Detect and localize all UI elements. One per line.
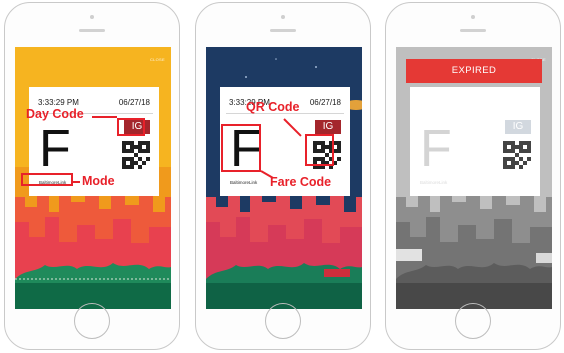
qr-code-icon: [122, 141, 150, 169]
annotation-box-mode: [21, 173, 73, 186]
annotation-line-day-code: [92, 116, 117, 118]
close-link[interactable]: CLOSE: [150, 57, 165, 62]
camera-dot: [90, 15, 94, 19]
earpiece: [270, 29, 296, 32]
ticket-date: 06/27/18: [309, 98, 341, 107]
earpiece: [79, 29, 105, 32]
annotation-box-day-code: [117, 118, 145, 136]
phone-screen: CLOSE F IG BaltimoreLink EXPIRED: [396, 47, 552, 309]
day-code-badge: IG: [315, 120, 341, 134]
transit-mode-label: BaltimoreLink: [420, 180, 448, 185]
annotation-qr-code: QR Code: [246, 100, 300, 114]
annotation-box-fare-code: [221, 124, 261, 172]
day-code-badge: IG: [505, 120, 531, 134]
transit-mode-label: BaltimoreLink: [230, 180, 258, 185]
annotation-day-code: Day Code: [26, 107, 84, 121]
camera-dot: [281, 15, 285, 19]
expired-banner: EXPIRED: [406, 59, 542, 83]
annotation-line-mode: [73, 181, 80, 183]
phone-expired: CLOSE F IG BaltimoreLink EXPIRED: [385, 2, 561, 350]
annotation-box-qr-code: [305, 134, 334, 166]
annotation-mode: Mode: [82, 174, 115, 188]
home-button[interactable]: [455, 303, 491, 339]
qr-code-icon: [503, 141, 531, 169]
ticket-date: 06/27/18: [118, 98, 150, 107]
camera-dot: [471, 15, 475, 19]
earpiece: [460, 29, 486, 32]
fare-ticket-card: F IG BaltimoreLink: [410, 87, 540, 196]
fare-code-letter: F: [39, 120, 71, 178]
home-button[interactable]: [265, 303, 301, 339]
ticket-time: 3:33:29 PM: [38, 98, 79, 107]
fare-code-letter: F: [420, 120, 452, 178]
annotation-fare-code: Fare Code: [270, 175, 332, 189]
home-button[interactable]: [74, 303, 110, 339]
